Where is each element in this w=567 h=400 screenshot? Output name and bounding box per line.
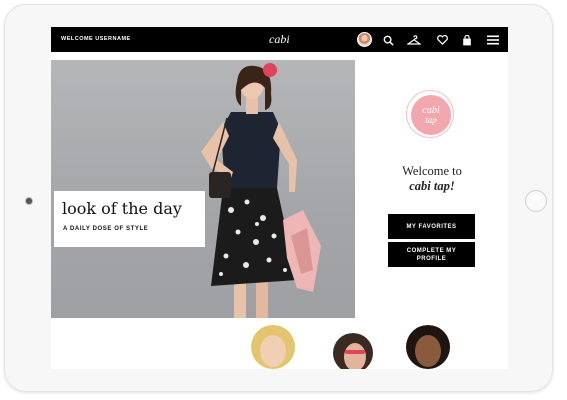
look-of-the-day-card[interactable]: look of the day A DAILY DOSE OF STYLE	[54, 191, 205, 247]
top-bar: WELCOME USERNAME cabi	[51, 27, 508, 52]
bag-icon[interactable]	[460, 33, 474, 47]
badge-line-2: tap	[425, 114, 437, 125]
cabi-tap-badge: cabi tap	[411, 95, 451, 135]
avatar[interactable]	[357, 32, 372, 47]
my-favorites-label: MY FAVORITES	[406, 223, 457, 230]
look-of-the-day-title: look of the day	[62, 199, 182, 218]
complete-profile-label-2: PROFILE	[416, 255, 447, 262]
hanger-icon[interactable]	[407, 33, 421, 47]
welcome-line-2: cabi tap!	[409, 179, 455, 193]
camera-icon	[26, 198, 32, 204]
model-portrait-blonde[interactable]	[247, 325, 299, 369]
heart-icon[interactable]	[435, 33, 449, 47]
welcome-line-1: Welcome to	[402, 164, 462, 178]
my-favorites-button[interactable]: MY FAVORITES	[388, 214, 475, 239]
hero-image[interactable]: look of the day A DAILY DOSE OF STYLE	[51, 60, 355, 318]
welcome-heading: Welcome to cabi tap!	[373, 164, 491, 194]
model-portrait-sunglasses[interactable]	[331, 333, 375, 369]
search-icon[interactable]	[381, 33, 395, 47]
model-photo	[201, 63, 321, 318]
badge-line-1: cabi	[422, 104, 440, 116]
welcome-username: WELCOME USERNAME	[61, 36, 131, 42]
cabi-logo[interactable]: cabi	[269, 32, 290, 47]
app-screen: WELCOME USERNAME cabi look of the day A …	[51, 27, 508, 369]
menu-icon[interactable]	[486, 33, 500, 47]
model-portrait-dark-hair[interactable]	[403, 325, 453, 369]
complete-profile-label-1: COMPLETE MY	[406, 247, 457, 254]
look-of-the-day-subtitle: A DAILY DOSE OF STYLE	[63, 226, 149, 232]
home-button[interactable]	[525, 190, 547, 212]
complete-profile-button[interactable]: COMPLETE MY PROFILE	[388, 242, 475, 267]
